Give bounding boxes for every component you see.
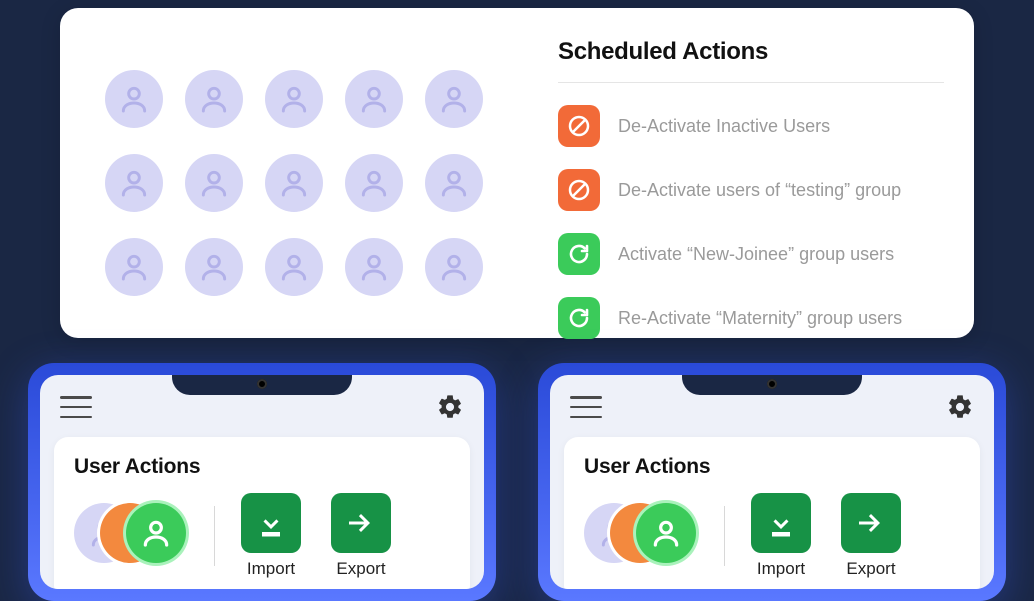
user-icon <box>358 251 390 283</box>
export-icon <box>331 493 391 553</box>
user-avatar <box>345 154 403 212</box>
user-icon <box>118 167 150 199</box>
user-avatar <box>105 238 163 296</box>
user-icon <box>118 83 150 115</box>
user-icon <box>278 251 310 283</box>
scheduled-action-label: De-Activate users of “testing” group <box>618 180 901 201</box>
phone-device: User Actions Import Export <box>538 363 1006 601</box>
scheduled-actions-panel: Scheduled Actions De-Activate Inactive U… <box>528 8 974 338</box>
user-avatar <box>105 70 163 128</box>
user-icon <box>358 83 390 115</box>
settings-icon[interactable] <box>946 393 974 421</box>
menu-icon[interactable] <box>60 396 92 418</box>
avatar-green <box>126 503 186 563</box>
export-icon <box>841 493 901 553</box>
user-icon <box>198 167 230 199</box>
user-icon <box>358 167 390 199</box>
user-icon <box>118 251 150 283</box>
activate-icon <box>558 297 600 339</box>
import-button[interactable]: Import <box>241 493 301 579</box>
export-label: Export <box>846 559 895 579</box>
import-label: Import <box>757 559 805 579</box>
user-icon <box>438 251 470 283</box>
camera-dot-icon <box>257 379 267 389</box>
user-avatar <box>345 70 403 128</box>
scheduled-action-label: Activate “New-Joinee” group users <box>618 244 894 265</box>
phone-screen: User Actions Import Export <box>40 375 484 589</box>
phone-device: User Actions Import Export <box>28 363 496 601</box>
user-icon <box>438 83 470 115</box>
user-icon <box>140 517 172 549</box>
scheduled-action-item[interactable]: De-Activate Inactive Users <box>558 105 944 147</box>
user-avatar <box>185 238 243 296</box>
deactivate-icon <box>558 169 600 211</box>
user-icon <box>278 167 310 199</box>
divider <box>214 506 215 566</box>
user-avatar-grid <box>60 8 528 338</box>
user-actions-title: User Actions <box>584 455 960 479</box>
menu-icon[interactable] <box>570 396 602 418</box>
main-card: Scheduled Actions De-Activate Inactive U… <box>60 8 974 338</box>
user-icon <box>438 167 470 199</box>
phone-screen: User Actions Import Export <box>550 375 994 589</box>
scheduled-action-item[interactable]: De-Activate users of “testing” group <box>558 169 944 211</box>
user-icon <box>278 83 310 115</box>
phone-notch <box>172 375 352 395</box>
scheduled-action-label: Re-Activate “Maternity” group users <box>618 308 902 329</box>
export-label: Export <box>336 559 385 579</box>
settings-icon[interactable] <box>436 393 464 421</box>
camera-dot-icon <box>767 379 777 389</box>
user-avatar-stack[interactable] <box>584 503 704 569</box>
export-button[interactable]: Export <box>841 493 901 579</box>
user-actions-card: User Actions Import Export <box>564 437 980 589</box>
user-avatar <box>185 154 243 212</box>
scheduled-action-item[interactable]: Re-Activate “Maternity” group users <box>558 297 944 339</box>
user-icon <box>198 83 230 115</box>
export-button[interactable]: Export <box>331 493 391 579</box>
scheduled-action-item[interactable]: Activate “New-Joinee” group users <box>558 233 944 275</box>
user-avatar <box>425 154 483 212</box>
user-actions-title: User Actions <box>74 455 450 479</box>
import-button[interactable]: Import <box>751 493 811 579</box>
deactivate-icon <box>558 105 600 147</box>
user-avatar <box>425 238 483 296</box>
import-icon <box>751 493 811 553</box>
import-icon <box>241 493 301 553</box>
user-avatar <box>105 154 163 212</box>
user-avatar <box>425 70 483 128</box>
phone-notch <box>682 375 862 395</box>
user-avatar <box>265 238 323 296</box>
user-icon <box>650 517 682 549</box>
user-avatar <box>265 154 323 212</box>
user-avatar <box>265 70 323 128</box>
user-actions-card: User Actions Import Export <box>54 437 470 589</box>
user-avatar-stack[interactable] <box>74 503 194 569</box>
divider <box>558 82 944 83</box>
avatar-green <box>636 503 696 563</box>
scheduled-actions-title: Scheduled Actions <box>558 38 944 66</box>
divider <box>724 506 725 566</box>
activate-icon <box>558 233 600 275</box>
user-avatar <box>345 238 403 296</box>
user-icon <box>198 251 230 283</box>
user-avatar <box>185 70 243 128</box>
scheduled-action-label: De-Activate Inactive Users <box>618 116 830 137</box>
import-label: Import <box>247 559 295 579</box>
